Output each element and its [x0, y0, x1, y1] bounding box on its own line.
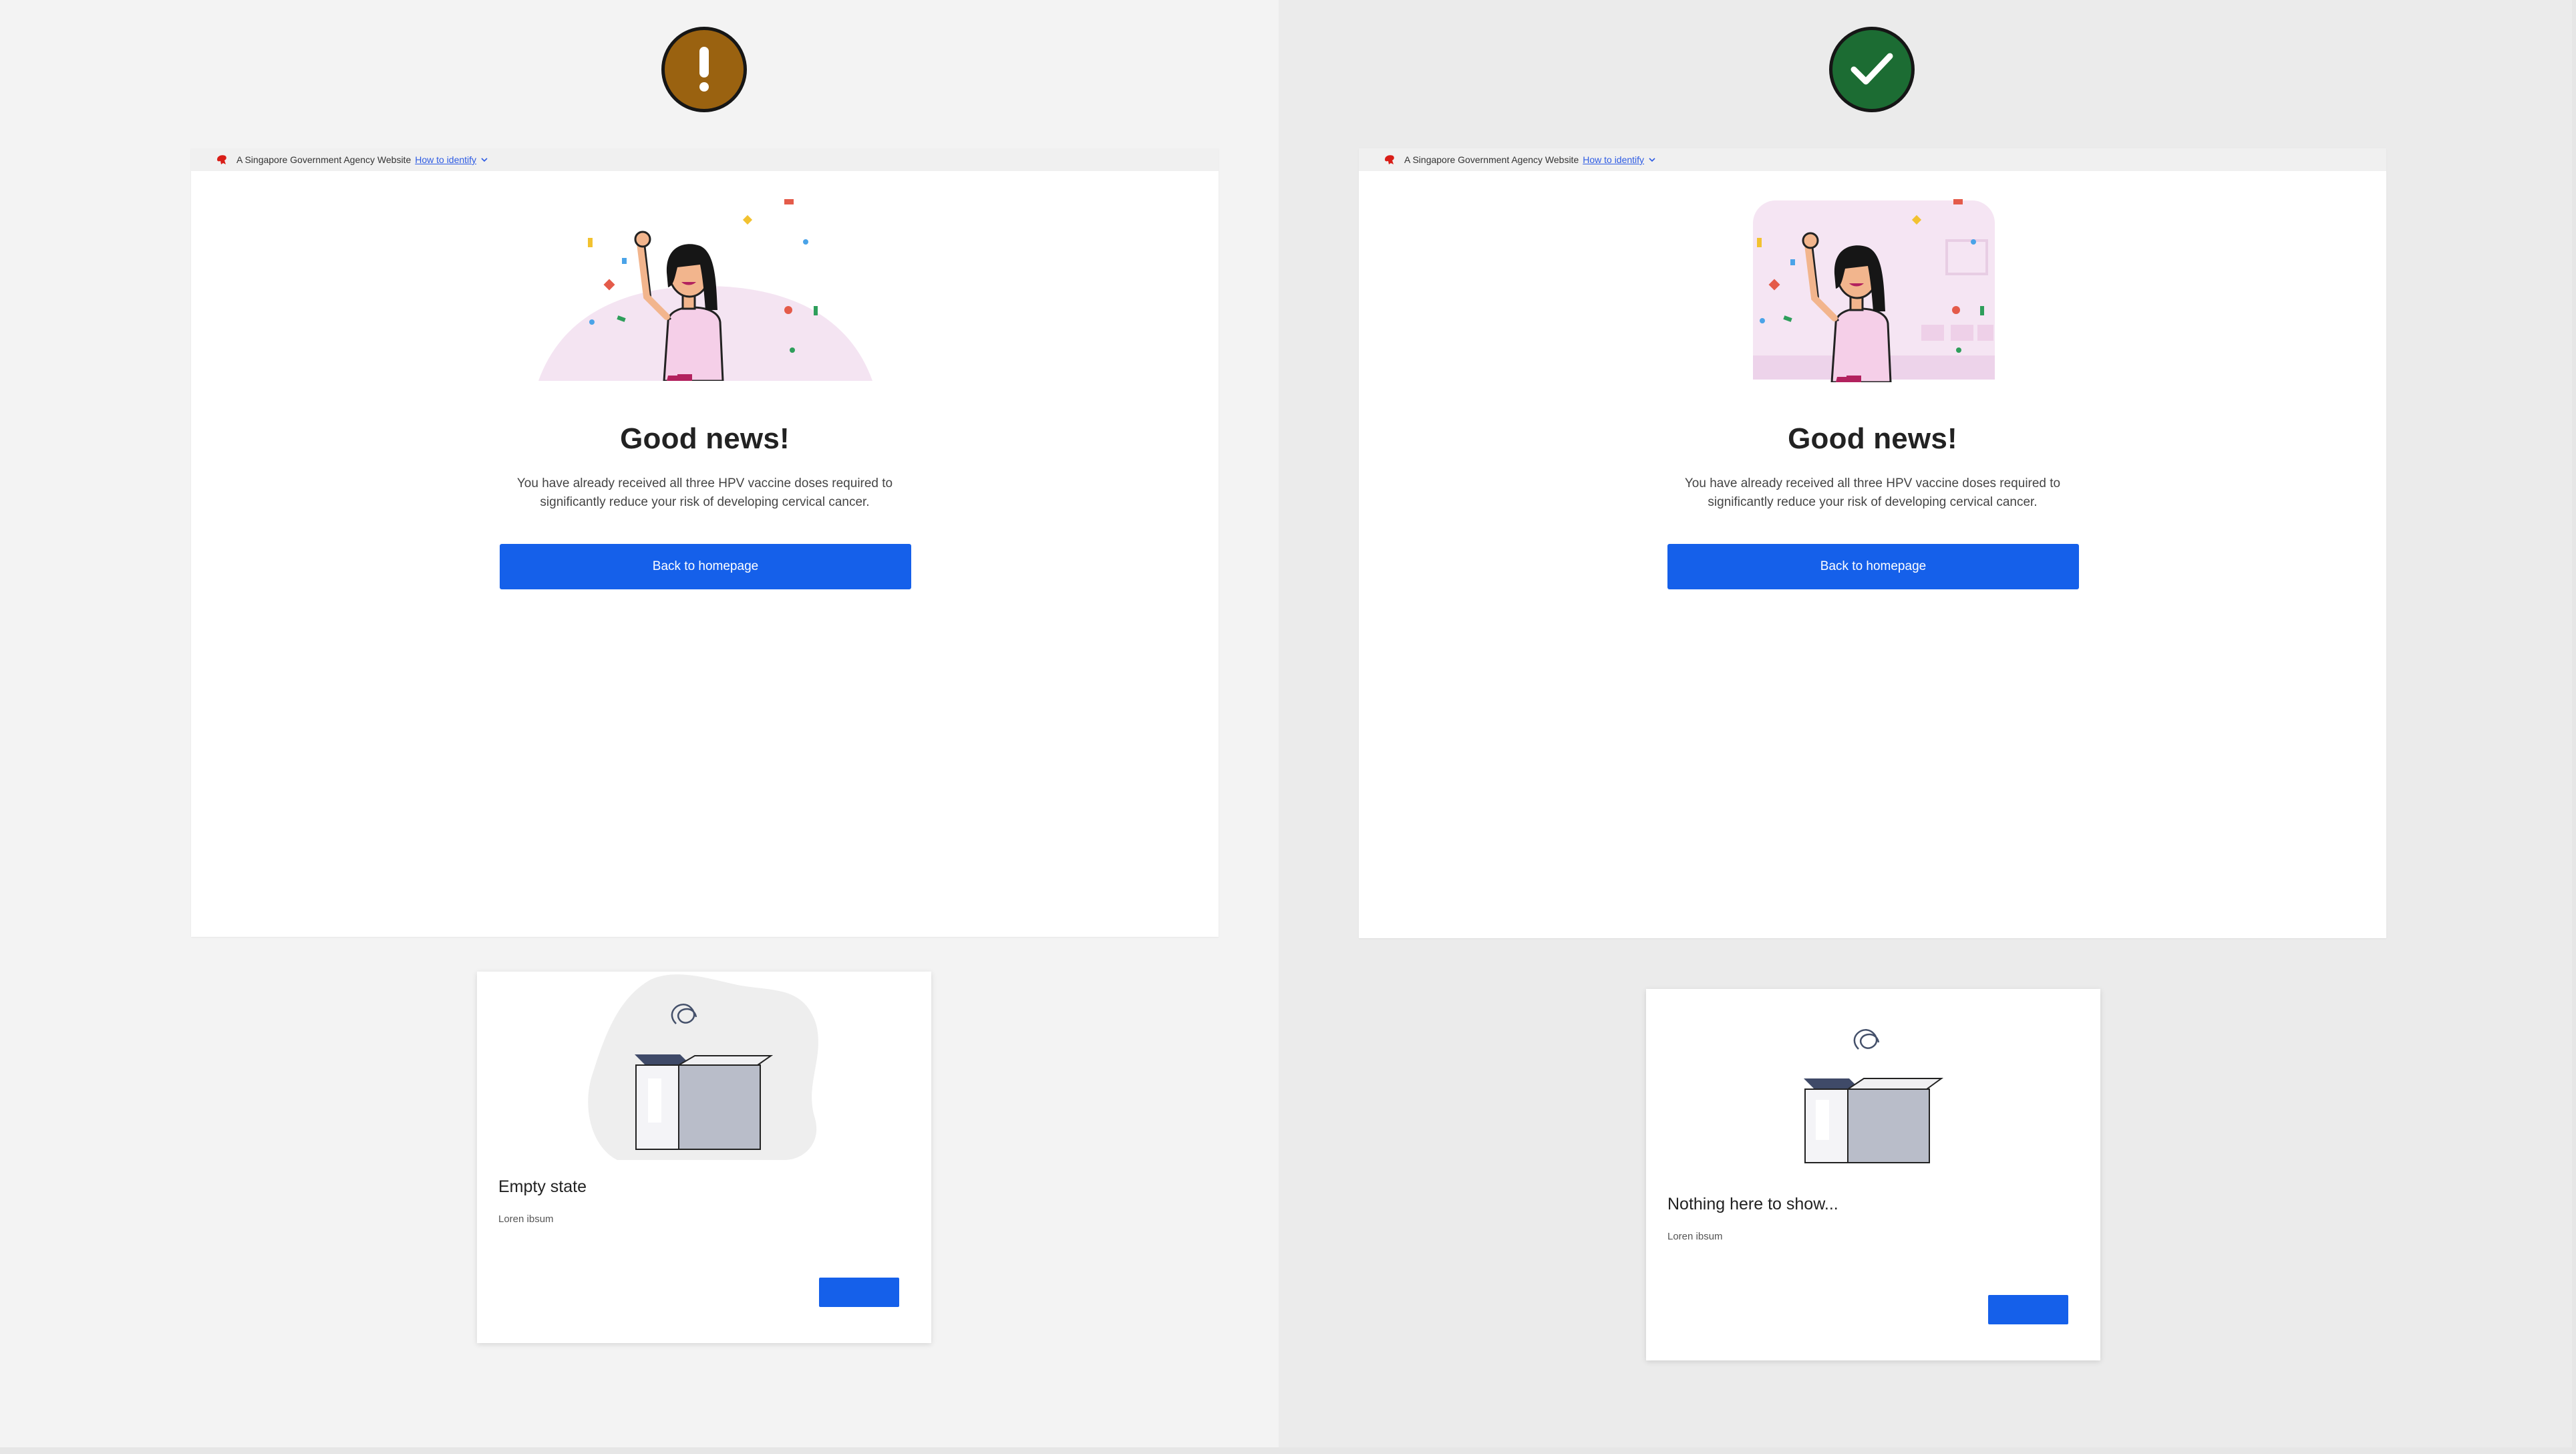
exclamation-icon — [661, 27, 747, 112]
card-body-text: Loren ibsum — [498, 1213, 554, 1225]
masthead-agency-text: A Singapore Government Agency Website — [236, 154, 412, 165]
empty-state-card-do: Nothing here to show... Loren ibsum — [1646, 989, 2100, 1360]
gov-masthead: A Singapore Government Agency Website Ho… — [191, 148, 1219, 171]
celebration-illustration — [538, 199, 872, 381]
gov-masthead: A Singapore Government Agency Website Ho… — [1359, 148, 2386, 171]
celebration-illustration — [1753, 199, 1995, 382]
page-mockup-dont: A Singapore Government Agency Website Ho… — [191, 148, 1219, 937]
how-to-identify-link[interactable]: How to identify — [415, 154, 476, 165]
page-headline: Good news! — [1788, 422, 1957, 455]
empty-state-card-dont: Empty state Loren ibsum — [477, 972, 931, 1343]
checkmark-icon — [1829, 27, 1915, 112]
card-title: Nothing here to show... — [1667, 1195, 1838, 1213]
open-box-illustration — [1804, 1029, 1944, 1163]
page-body-text: You have already received all three HPV … — [1684, 476, 2061, 509]
card-body-text: Loren ibsum — [1667, 1231, 1723, 1242]
card-action-button[interactable] — [819, 1278, 899, 1307]
page-mockup-do: A Singapore Government Agency Website Ho… — [1359, 148, 2386, 938]
chevron-down-icon[interactable] — [480, 156, 488, 164]
card-action-button[interactable] — [1988, 1295, 2068, 1324]
chevron-down-icon[interactable] — [1648, 156, 1656, 164]
page-body-text: You have already received all three HPV … — [516, 476, 893, 509]
back-to-homepage-button[interactable]: Back to homepage — [1667, 544, 2079, 589]
card-title: Empty state — [498, 1177, 587, 1196]
page-headline: Good news! — [620, 422, 790, 455]
back-to-homepage-button[interactable]: Back to homepage — [500, 544, 911, 589]
masthead-agency-text: A Singapore Government Agency Website — [1404, 154, 1579, 165]
singapore-lion-icon — [217, 155, 226, 164]
singapore-lion-icon — [1385, 155, 1394, 164]
how-to-identify-link[interactable]: How to identify — [1583, 154, 1644, 165]
open-box-illustration — [588, 974, 818, 1160]
